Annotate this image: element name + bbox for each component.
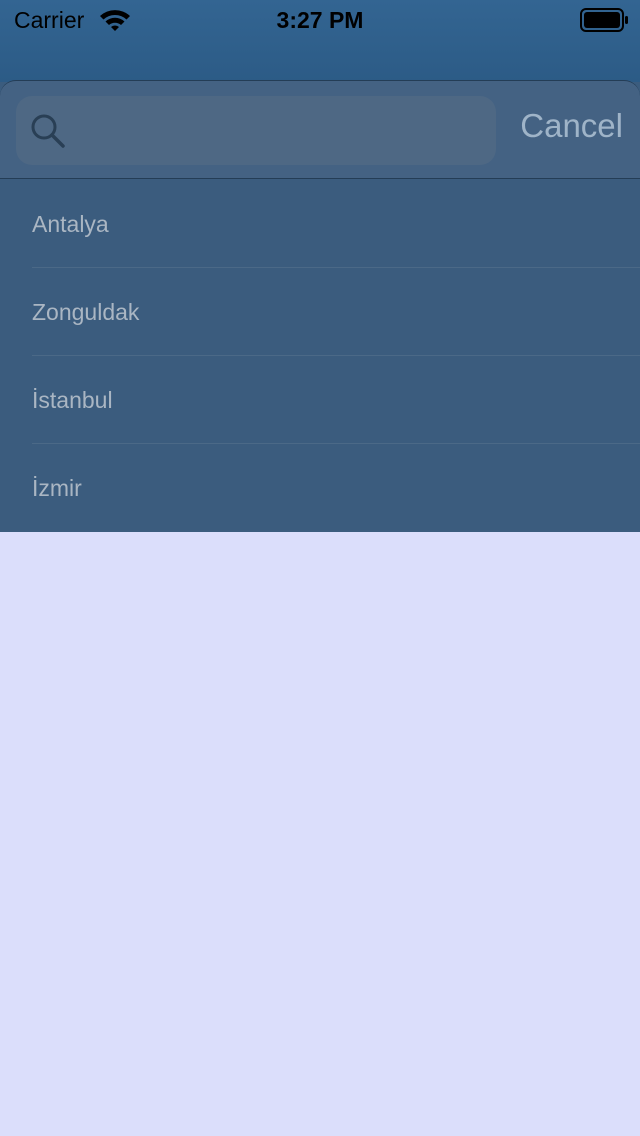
results-list: Antalya Zonguldak İstanbul İzmir (0, 180, 640, 532)
cancel-button[interactable]: Cancel (520, 107, 623, 145)
list-item[interactable]: İzmir (0, 444, 640, 532)
search-field[interactable] (16, 96, 496, 167)
list-item[interactable]: İstanbul (0, 356, 640, 444)
list-item-label: Antalya (32, 211, 109, 237)
list-item-label: İstanbul (32, 387, 113, 413)
list-item[interactable]: Zonguldak (0, 268, 640, 356)
status-time: 3:27 PM (276, 7, 364, 33)
list-item-label: Zonguldak (32, 299, 140, 325)
search-header: Cancel (0, 80, 640, 179)
list-item[interactable]: Antalya (0, 180, 640, 268)
search-input[interactable] (78, 96, 482, 167)
list-item-label: İzmir (32, 475, 82, 501)
status-bar: Carrier 3:27 PM (0, 0, 640, 82)
battery-icon (580, 8, 628, 32)
search-icon (31, 114, 65, 148)
